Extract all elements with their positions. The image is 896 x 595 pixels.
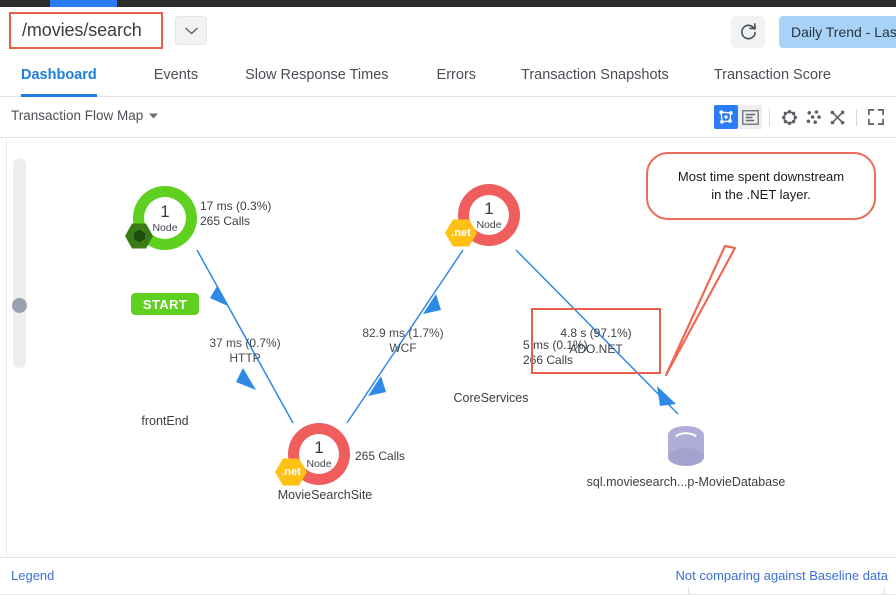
business-transaction-dropdown-button[interactable]	[175, 16, 207, 45]
circular-layout-icon	[781, 109, 797, 125]
browser-active-tab[interactable]	[50, 0, 117, 7]
time-range-label: Daily Trend - Las	[791, 24, 896, 40]
node-moviesearchsite-metrics: 265 Calls	[355, 449, 405, 464]
ado-net-edge-highlight-box: 4.8 s (97.1%) ADO.NET	[531, 308, 661, 374]
callout-line-1: Most time spent downstream	[677, 169, 845, 184]
list-view-icon-button[interactable]	[738, 105, 762, 129]
refresh-button[interactable]	[731, 16, 765, 48]
nodejs-hex-glyph	[133, 229, 145, 243]
tab-slow-response-times[interactable]: Slow Response Times	[245, 56, 388, 97]
time-range-selector[interactable]: Daily Trend - Las	[779, 16, 896, 48]
edge-label-http: 37 ms (0.7%) HTTP	[190, 336, 300, 366]
ado-net-time: 4.8 s (97.1%)	[560, 326, 632, 340]
coreservices-node-count: 1 Node	[469, 195, 509, 235]
baseline-comparison-link[interactable]: Not comparing against Baseline data	[676, 568, 888, 583]
frontend-count-label: Node	[152, 221, 178, 234]
coreservices-count-label: Node	[476, 218, 502, 231]
database-icon	[668, 426, 704, 466]
dotnet-badge-text: .net	[451, 227, 471, 239]
main-tabs: Dashboard Events Slow Response Times Err…	[0, 56, 896, 97]
cross-layout-icon-button[interactable]	[825, 105, 849, 129]
transaction-flow-map-canvas[interactable]: 1 Node frontEnd START 17 ms (0.3%) 265 C…	[0, 138, 896, 557]
http-edge-protocol: HTTP	[229, 351, 261, 365]
cross-layout-icon	[830, 110, 844, 124]
flow-map-toolbar: Transaction Flow Map	[0, 97, 896, 138]
ado-net-protocol: ADO.NET	[569, 342, 623, 356]
tab-transaction-snapshots[interactable]: Transaction Snapshots	[521, 56, 669, 97]
node-frontend[interactable]: 1 Node	[125, 186, 197, 250]
caret-down-icon	[149, 113, 159, 118]
annotation-callout: Most time spent downstream in the .NET l…	[646, 152, 876, 220]
tab-events[interactable]: Events	[154, 56, 198, 97]
scatter-layout-icon	[806, 109, 821, 124]
footer-tick-right	[884, 587, 885, 595]
footer-tick-left	[688, 587, 689, 595]
http-edge-time: 37 ms (0.7%)	[209, 336, 281, 350]
frontend-metric-calls: 265 Calls	[200, 214, 251, 228]
page-title: /movies/search	[22, 20, 142, 40]
frontend-metric-time: 17 ms (0.3%)	[200, 199, 272, 213]
flow-map-view-icon	[719, 110, 733, 124]
tab-transaction-score[interactable]: Transaction Score	[714, 56, 831, 97]
moviesearchsite-count-label: Node	[306, 457, 332, 470]
edge-label-wcf: 82.9 ms (1.7%) WCF	[348, 326, 458, 356]
refresh-icon	[740, 22, 756, 39]
node-frontend-metrics: 17 ms (0.3%) 265 Calls	[200, 199, 271, 229]
toolbar-divider-2	[856, 108, 857, 126]
callout-line-2: in the .NET layer.	[711, 187, 811, 202]
tab-dashboard[interactable]: Dashboard	[21, 56, 97, 97]
dotnet-badge-text: .net	[281, 466, 301, 478]
flow-map-icon-group	[714, 105, 888, 129]
node-database[interactable]	[665, 424, 707, 475]
node-moviesearchsite[interactable]: 1 Node .net	[275, 423, 350, 486]
view-mode-select[interactable]: Transaction Flow Map	[11, 108, 159, 123]
legend-link[interactable]: Legend	[11, 568, 54, 583]
list-view-icon	[741, 109, 759, 125]
moviesearchsite-metric-calls: 265 Calls	[355, 449, 406, 463]
start-badge: START	[131, 293, 199, 315]
toolbar-divider-1	[769, 108, 770, 126]
node-coreservices-label: CoreServices	[453, 391, 529, 405]
node-frontend-label: frontEnd	[141, 414, 189, 428]
chevron-down-icon	[184, 27, 198, 34]
page-footer: Legend Not comparing against Baseline da…	[0, 557, 896, 595]
browser-tab-strip	[0, 0, 896, 7]
moviesearchsite-count-value: 1	[314, 437, 324, 457]
flow-map-view-icon-button[interactable]	[714, 105, 738, 129]
fullscreen-icon	[868, 109, 884, 125]
business-transaction-name-box: /movies/search	[9, 12, 163, 49]
tab-errors[interactable]: Errors	[437, 56, 476, 97]
view-mode-label: Transaction Flow Map	[11, 108, 144, 123]
page-header: /movies/search Daily Trend - Las	[0, 7, 896, 56]
node-moviesearchsite-label: MovieSearchSite	[277, 488, 373, 502]
wcf-edge-protocol: WCF	[389, 341, 417, 355]
node-database-label: sql.moviesearch...p-MovieDatabase	[586, 475, 786, 489]
coreservices-count-value: 1	[484, 198, 494, 218]
scatter-layout-icon-button[interactable]	[801, 105, 825, 129]
circular-layout-icon-button[interactable]	[777, 105, 801, 129]
wcf-edge-time: 82.9 ms (1.7%)	[362, 326, 444, 340]
moviesearchsite-node-count: 1 Node	[299, 434, 339, 474]
frontend-count-value: 1	[160, 201, 170, 221]
fullscreen-icon-button[interactable]	[864, 105, 888, 129]
node-coreservices[interactable]: 1 Node .net	[445, 184, 520, 247]
